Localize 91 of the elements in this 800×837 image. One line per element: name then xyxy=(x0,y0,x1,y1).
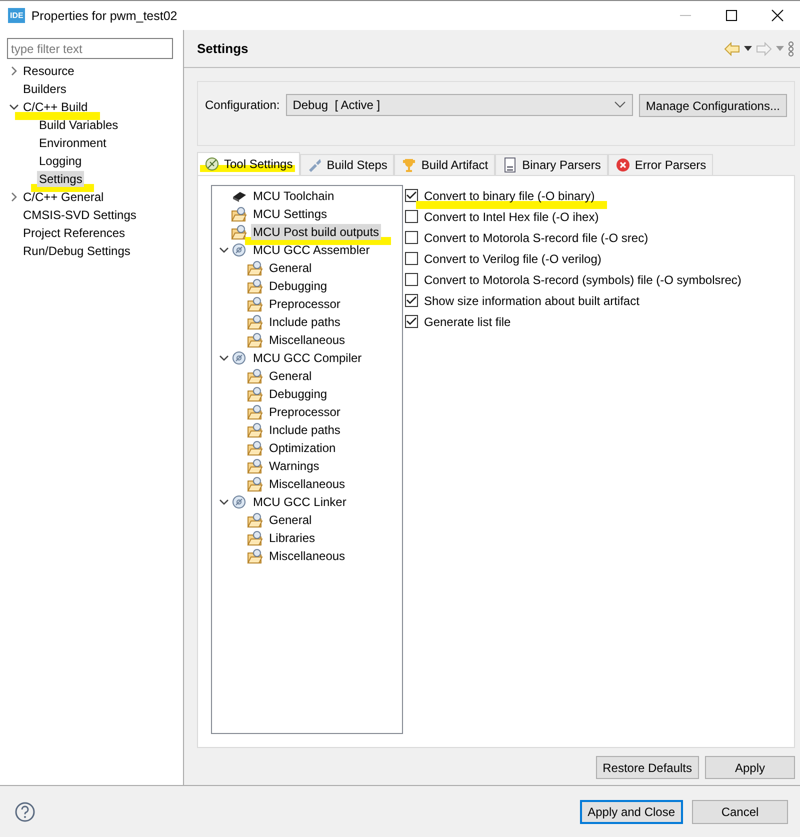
folder-icon xyxy=(247,386,263,402)
tree-item[interactable]: Miscellaneous xyxy=(267,548,348,564)
trophy-icon xyxy=(401,157,418,173)
checkbox-label: Generate list file xyxy=(423,314,512,330)
sidebar-item[interactable]: Run/Debug Settings xyxy=(21,243,132,259)
tree-item[interactable]: General xyxy=(267,512,314,528)
sidebar-item[interactable]: Settings xyxy=(37,171,84,187)
tree-item[interactable]: Preprocessor xyxy=(267,404,342,420)
filter-field[interactable]: type filter text xyxy=(7,38,173,59)
maximize-icon xyxy=(724,9,738,22)
checkbox-label: Show size information about built artifact xyxy=(423,292,640,308)
tab[interactable]: Binary Parsers xyxy=(495,154,608,175)
folder-icon xyxy=(247,440,263,456)
tree-item[interactable]: Miscellaneous xyxy=(267,476,348,492)
folder-icon xyxy=(247,458,263,474)
checkmark-icon xyxy=(406,295,417,306)
sidebar-item[interactable]: Environment xyxy=(37,135,108,151)
sidebar-item[interactable]: Build Variables xyxy=(37,117,120,133)
checkbox[interactable] xyxy=(405,189,418,202)
checkmark-icon xyxy=(406,316,417,327)
sidebar-item[interactable]: CMSIS-SVD Settings xyxy=(21,207,138,223)
folder-icon xyxy=(247,512,263,528)
tree-item[interactable]: MCU Post build outputs xyxy=(251,224,382,240)
apply-and-close-button[interactable]: Apply and Close xyxy=(580,800,683,824)
tree-item[interactable]: General xyxy=(267,260,314,276)
checkbox[interactable] xyxy=(405,273,418,286)
folder-icon xyxy=(247,296,263,312)
folder-icon xyxy=(247,476,263,492)
cancel-button[interactable]: Cancel xyxy=(692,800,788,824)
chevron-down-icon xyxy=(614,101,626,109)
tree-item[interactable]: Miscellaneous xyxy=(267,332,348,348)
tree-item[interactable]: Include paths xyxy=(267,314,342,330)
checkbox-label: Convert to Motorola S-record file (-O srec) xyxy=(423,230,650,246)
error-icon xyxy=(614,157,631,173)
tool-icon xyxy=(204,156,220,172)
sidebar-item[interactable]: Logging xyxy=(37,153,84,169)
folder-icon xyxy=(247,548,263,564)
folder-icon xyxy=(247,260,263,276)
checkbox[interactable] xyxy=(405,231,418,244)
sidebar-item[interactable]: Project References xyxy=(21,225,128,241)
tree-item[interactable]: MCU GCC Linker xyxy=(251,494,348,510)
sidebar-item[interactable]: Resource xyxy=(21,63,76,79)
menu-icon[interactable] xyxy=(788,40,794,56)
folder-icon xyxy=(247,422,263,438)
checkbox-label: Convert to Verilog file (-O verilog) xyxy=(423,250,602,266)
tab[interactable]: Build Steps xyxy=(300,154,394,175)
tree-item[interactable]: Include paths xyxy=(267,422,342,438)
tree-item[interactable]: Optimization xyxy=(267,440,338,456)
checkbox[interactable] xyxy=(405,252,418,265)
configuration-dropdown[interactable]: Debug [ Active ] xyxy=(286,94,633,116)
checkbox[interactable] xyxy=(405,294,418,307)
restore-defaults-button[interactable]: Restore Defaults xyxy=(596,756,699,779)
tree-item[interactable]: Debugging xyxy=(267,278,330,294)
sidebar-item[interactable]: C/C++ Build xyxy=(21,99,90,115)
sidebar-item[interactable]: Builders xyxy=(21,81,68,97)
manage-configurations-button[interactable]: Manage Configurations... xyxy=(638,94,787,117)
tree-item[interactable]: General xyxy=(267,368,314,384)
dropdown-icon[interactable] xyxy=(744,46,752,51)
page-title: Settings xyxy=(197,41,250,56)
tree-item[interactable]: Preprocessor xyxy=(267,296,342,312)
checkbox[interactable] xyxy=(405,315,418,328)
folder-icon xyxy=(247,530,263,546)
tree-item[interactable]: MCU Toolchain xyxy=(251,188,336,204)
tree-item[interactable]: Libraries xyxy=(267,530,318,546)
folder-icon xyxy=(247,332,263,348)
help-icon[interactable] xyxy=(15,802,35,822)
close-icon xyxy=(770,9,784,22)
folder-icon xyxy=(247,368,263,384)
configuration-label: Configuration: xyxy=(205,97,280,114)
checkbox-label: Convert to Motorola S-record (symbols) file (-O symbolsrec) xyxy=(423,272,742,288)
tree-item[interactable]: MCU Settings xyxy=(251,206,330,222)
tree-item[interactable]: Debugging xyxy=(267,386,330,402)
checkbox-label: Convert to binary file (-O binary) xyxy=(423,188,596,204)
window-title: Properties for pwm_test02 xyxy=(31,8,178,22)
folder-icon xyxy=(247,278,263,294)
apply-button[interactable]: Apply xyxy=(705,756,795,779)
tree-item[interactable]: Warnings xyxy=(267,458,322,474)
checkbox-label: Convert to Intel Hex file (-O ihex) xyxy=(423,208,600,224)
tab[interactable]: Error Parsers xyxy=(608,154,714,175)
document-icon xyxy=(502,157,518,173)
checkbox[interactable] xyxy=(405,210,418,223)
app-logo: IDE xyxy=(8,8,26,23)
tree-item[interactable]: MCU GCC Compiler xyxy=(251,350,364,366)
folder-icon xyxy=(247,314,263,330)
folder-icon xyxy=(247,404,263,420)
folder-icon xyxy=(231,224,247,240)
checkmark-icon xyxy=(406,190,417,201)
tab[interactable]: Build Artifact xyxy=(394,154,496,175)
tree-item[interactable]: MCU GCC Assembler xyxy=(251,242,372,258)
sidebar-item[interactable]: C/C++ General xyxy=(21,189,106,205)
folder-icon xyxy=(231,206,247,222)
